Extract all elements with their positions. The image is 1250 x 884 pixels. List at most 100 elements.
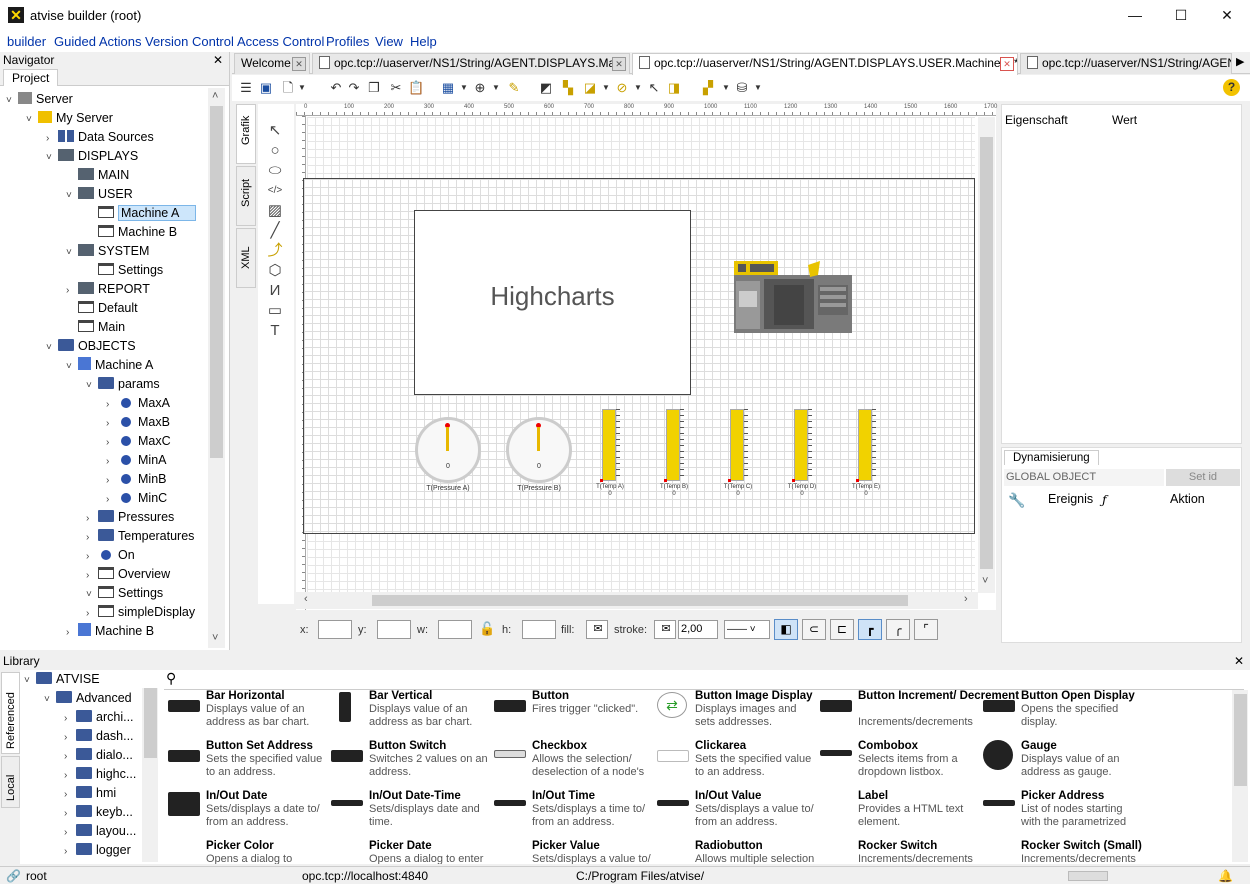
ellipse-tool-icon[interactable]: ⬭ [266,162,284,180]
text-tool-icon[interactable]: T [266,322,284,340]
menu-guided-actions[interactable]: Guided Actions [54,34,141,49]
machine-image[interactable] [734,261,852,333]
tab-xml[interactable]: XML [236,228,256,288]
chevron-right-icon[interactable]: › [86,509,98,528]
chevron-down-icon[interactable]: ˅ [86,376,98,395]
chevron-down-icon[interactable]: ˅ [46,148,58,167]
chevron-right-icon[interactable]: › [86,547,98,566]
insert-icon[interactable]: ▞ [700,80,716,96]
global-object-field[interactable]: GLOBAL OBJECT [1004,469,1164,486]
tree-item[interactable]: › MaxA [106,394,170,413]
chevron-down-icon[interactable]: ˅ [66,186,78,205]
y-input[interactable] [377,620,411,639]
chevron-right-icon[interactable]: › [106,433,118,452]
stroke-width-stepper[interactable]: 2,00 [678,620,718,639]
library-items-scrollbar[interactable] [1232,690,1248,862]
tree-item[interactable]: › dash... [64,727,134,746]
library-search-bar[interactable]: ⚲ [164,670,1244,690]
tab-dynamisierung[interactable]: Dynamisierung [1004,450,1099,465]
pointer-icon[interactable]: ↖ [646,80,662,96]
chevron-down-icon[interactable]: ˅ [66,243,78,262]
copy-icon[interactable]: ❐ [366,80,382,96]
close-icon[interactable]: ✕ [1000,57,1014,71]
lock-icon[interactable]: 🔓 [479,621,495,637]
library-item-radiobutton[interactable]: RadiobuttonAllows multiple selection of … [653,840,814,864]
html-tool-icon[interactable]: </> [266,182,284,200]
chevron-right-icon[interactable]: › [106,452,118,471]
scroll-thumb[interactable] [210,106,223,458]
thermometer-temp-b[interactable]: T(Temp B) 0 [658,407,690,497]
tree-item[interactable]: ˅ Machine A [66,356,153,375]
select-tool-icon[interactable]: ↖ [266,122,284,140]
tab-local[interactable]: Local [1,756,20,808]
tree-item[interactable]: › Machine B [66,622,154,641]
scroll-thumb[interactable] [144,688,157,758]
library-item-rocker-switch-small[interactable]: Rocker Switch (Small) Increments/decremen… [979,840,1142,864]
chevron-right-icon[interactable]: › [106,414,118,433]
ungroup-icon[interactable]: ▚ [560,80,576,96]
notification-icon[interactable]: 🔔 [1218,869,1233,883]
chevron-right-icon[interactable]: › [106,490,118,509]
gauge-pressure-b[interactable]: 0 T(Pressure B) [505,417,575,497]
close-icon[interactable]: ✕ [292,57,306,71]
tree-item[interactable]: › MaxC [106,432,171,451]
chevron-right-icon[interactable]: › [64,785,76,804]
tab-welcome[interactable]: Welcome ✕ [234,53,310,74]
tree-item[interactable]: MAIN [66,166,129,185]
library-item-button-increment[interactable]: Button Increment/ Decrement Increments/de… [816,690,1019,738]
zoom-icon[interactable]: ⊕ [472,80,488,96]
tree-item[interactable]: › dialo... [64,746,133,765]
chevron-down-icon[interactable]: ▼ [456,80,472,96]
maximize-button[interactable]: ☐ [1158,0,1204,31]
tree-item[interactable]: › Pressures [86,508,174,527]
chevron-down-icon[interactable]: ˅ [46,338,58,357]
scroll-thumb[interactable] [372,595,908,606]
scroll-down-icon[interactable]: ˅ [212,632,218,644]
library-item-button-set-address[interactable]: Button Set Address Sets the specified val… [164,740,324,788]
rect-tool-icon[interactable]: ▭ [266,302,284,320]
library-item-inout-value[interactable]: In/Out Value Sets/displays a value to/ fr… [653,790,814,838]
library-item-label[interactable]: Label Provides a HTML text element. [816,790,976,838]
thermometer-temp-c[interactable]: T(Temp C) 0 [722,407,754,497]
tree-item[interactable]: Main [66,318,125,337]
menu-builder[interactable]: builder [7,34,46,49]
tree-item[interactable]: ˅ USER [66,185,133,204]
library-item-combobox[interactable]: Combobox Selects items from a dropdown li… [816,740,976,788]
library-item-button[interactable]: Button Fires trigger "clicked". [490,690,650,738]
library-item-gauge[interactable]: Gauge Displays value of an address as gau… [979,740,1139,788]
library-item-inout-date-time[interactable]: In/Out Date-Time Sets/displays date and t… [327,790,487,838]
tab-displays[interactable]: opc.tcp://uaserver/NS1/String/AGENT.DISP… [1020,53,1232,74]
tree-item[interactable]: ˅ Settings [86,584,163,603]
library-item-button-open-display[interactable]: Button Open Display Opens the specified d… [979,690,1139,738]
group-icon[interactable]: ◩ [538,80,554,96]
thermometer-temp-a[interactable]: T(Temp A) 0 [594,407,626,497]
close-icon[interactable]: ✕ [612,57,626,71]
tree-item[interactable]: › On [86,546,135,565]
chevron-right-icon[interactable]: › [64,823,76,842]
chevron-right-icon[interactable]: › [66,623,78,642]
menu-help[interactable]: Help [410,34,437,49]
library-tree-scrollbar[interactable] [142,688,158,862]
menu-view[interactable]: View [375,34,403,49]
tree-item[interactable]: › MinB [106,470,166,489]
thermometer-temp-e[interactable]: T(Temp E) 0 [850,407,882,497]
chevron-right-icon[interactable]: › [86,528,98,547]
minimize-button[interactable]: — [1112,0,1158,31]
align-icon[interactable]: ⊘ [614,80,630,96]
scroll-up-icon[interactable]: ˄ [212,90,218,102]
tree-item[interactable]: › MinA [106,451,166,470]
tree-item[interactable]: › REPORT [66,280,150,299]
image-tool-icon[interactable]: ▨ [266,202,284,220]
tree-item[interactable]: › Overview [86,565,170,584]
database-icon[interactable]: ⛁ [734,80,750,96]
tree-item[interactable]: ˅ Server [6,90,73,109]
line-style-select[interactable]: —— ˅ [724,620,770,639]
library-item-inout-time[interactable]: In/Out Time Sets/displays a time to/ from… [490,790,650,838]
chevron-down-icon[interactable]: ▼ [294,80,310,96]
paste-icon[interactable]: 📋 [408,80,424,96]
chevron-right-icon[interactable]: › [46,129,58,148]
canvas-horizontal-scrollbar[interactable]: ‹ › [296,592,978,609]
tab-machine-a[interactable]: opc.tcp://uaserver/NS1/String/AGENT.DISP… [632,53,1018,75]
line-join-bevel-button[interactable]: ⌜ [914,619,938,640]
polygon-tool-icon[interactable]: ⬡ [266,262,284,280]
